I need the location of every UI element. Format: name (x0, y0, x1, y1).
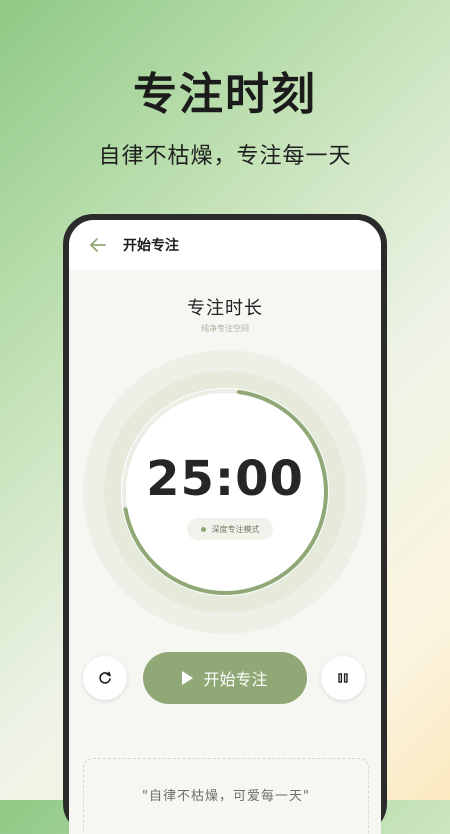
promo-subtitle: 自律不枯燥，专注每一天 (98, 144, 352, 169)
focus-title: 专注时长 (187, 298, 263, 319)
focus-subtitle: 纯净专注空间 (201, 324, 249, 333)
start-focus-label: 开始专注 (203, 670, 268, 689)
quote-card: "自律不枯燥，可爱每一天" (83, 758, 369, 834)
mode-label: 深度专注模式 (211, 524, 260, 534)
start-focus-button[interactable]: 开始专注 (143, 652, 307, 704)
top-bar: 开始专注 (69, 220, 381, 270)
pause-icon (338, 673, 348, 683)
page-title: 开始专注 (123, 238, 179, 254)
arrow-left-icon[interactable] (89, 236, 107, 254)
mode-badge: 深度专注模式 (187, 518, 273, 540)
quote-text: "自律不枯燥，可爱每一天" (142, 789, 310, 804)
app-screen: 开始专注 专注时长 纯净专注空间 25:00 深度专注模式 开始专注 "自律不枯… (69, 220, 381, 834)
timer-display: 25:00 (146, 451, 304, 507)
mode-dot-icon (200, 526, 206, 532)
promo-title: 专注时刻 (133, 69, 317, 120)
timer-dial: 25:00 深度专注模式 (83, 350, 367, 634)
play-icon (182, 671, 194, 685)
reset-button[interactable] (83, 656, 127, 700)
pause-button[interactable] (321, 656, 365, 700)
phone-frame: 开始专注 专注时长 纯净专注空间 25:00 深度专注模式 开始专注 "自律不枯… (63, 214, 387, 834)
refresh-icon (99, 671, 111, 684)
